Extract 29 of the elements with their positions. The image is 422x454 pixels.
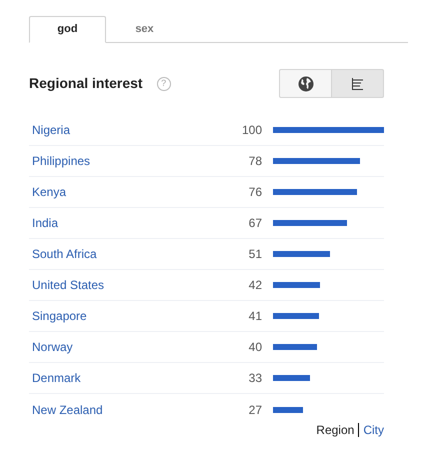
region-link[interactable]: South Africa	[29, 245, 209, 263]
map-view-button[interactable]	[279, 69, 332, 98]
region-link[interactable]: Norway	[29, 338, 209, 356]
interest-value: 51	[248, 246, 262, 263]
interest-value: 67	[248, 215, 262, 232]
region-link[interactable]: New Zealand	[29, 400, 209, 418]
region-link[interactable]: Singapore	[29, 307, 209, 325]
region-link[interactable]: Philippines	[29, 152, 209, 170]
granularity-label[interactable]: Region	[316, 421, 354, 439]
section-title: Regional interest	[29, 74, 143, 93]
list-view-button[interactable]	[331, 69, 384, 98]
region-link[interactable]: Denmark	[29, 369, 209, 387]
region-link[interactable]: India	[29, 214, 209, 232]
tab[interactable]: god	[29, 16, 106, 43]
tab[interactable]: sex	[106, 16, 183, 42]
region-link[interactable]: United States	[29, 276, 209, 294]
interest-value: 78	[248, 153, 262, 170]
granularity-link[interactable]: City	[363, 421, 384, 439]
bar-list-icon	[350, 76, 364, 90]
interest-value: 41	[248, 308, 262, 325]
region-link[interactable]: Kenya	[29, 183, 209, 201]
interest-value: 40	[248, 339, 262, 356]
interest-value: 33	[248, 370, 262, 387]
interest-value: 76	[248, 184, 262, 201]
interest-value: 27	[248, 402, 262, 418]
interest-value: 42	[248, 277, 262, 294]
region-link[interactable]: Nigeria	[29, 121, 209, 139]
globe-icon	[298, 76, 314, 92]
interest-value: 100	[240, 122, 262, 139]
